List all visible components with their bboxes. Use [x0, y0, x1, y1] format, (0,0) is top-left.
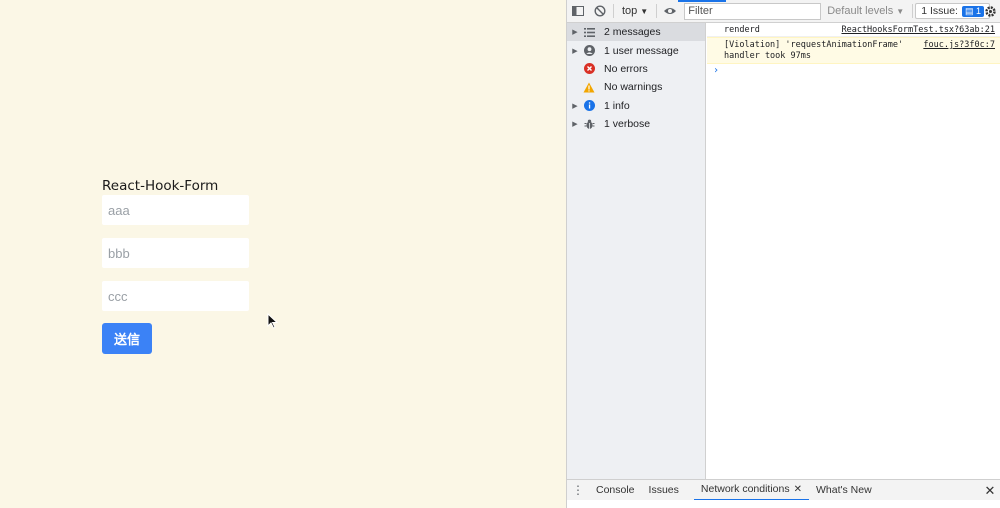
list-icon [583, 26, 595, 38]
user-icon [583, 45, 595, 57]
source-link[interactable]: fouc.js?3f0c:7 [923, 40, 995, 51]
mouse-cursor-icon [267, 313, 279, 329]
sidebar-item-label: 1 verbose [604, 118, 651, 131]
expand-arrow-icon[interactable]: ▶ [567, 120, 583, 128]
clear-console-icon[interactable] [589, 0, 611, 22]
message-text: handler took 97ms [724, 51, 811, 61]
source-link[interactable]: ReactHooksFormTest.tsx?63ab:21 [841, 23, 995, 37]
tab-label: Network conditions [700, 483, 790, 495]
devtools-panel: top ▼ Default levels ▼ 1 Issue: ▤ 1 ▶ [566, 0, 1000, 508]
expand-arrow-icon[interactable]: ▶ [567, 47, 583, 55]
tab-issues[interactable]: Issues [642, 480, 686, 501]
tab-label: Console [596, 484, 635, 496]
close-drawer-icon[interactable]: ✕ [981, 480, 999, 501]
sidebar-item-user-messages[interactable]: ▶ 1 user message [567, 41, 705, 59]
log-levels-dropdown[interactable]: Default levels ▼ [821, 5, 910, 17]
log-levels-label: Default levels [827, 5, 894, 17]
message-icon: ▤ [964, 5, 974, 16]
toolbar-separator [656, 4, 658, 18]
sidebar-item-label: No errors [604, 62, 648, 75]
input-bbb[interactable] [102, 238, 249, 268]
close-tab-icon[interactable]: ✕ [794, 484, 802, 495]
info-icon [583, 100, 595, 112]
chevron-down-icon: ▼ [896, 6, 905, 16]
submit-button[interactable]: 送信 [102, 323, 152, 354]
warning-icon [583, 81, 595, 93]
sidebar-item-label: 1 info [604, 99, 630, 112]
tab-network-conditions[interactable]: Network conditions ✕ [693, 480, 809, 501]
sidebar-toggle-icon[interactable] [567, 0, 589, 22]
console-prompt[interactable]: › [707, 64, 1000, 78]
form-title: React-Hook-Form [102, 178, 219, 194]
console-messages: renderd ReactHooksFormTest.tsx?63ab:21 [… [707, 23, 1000, 479]
error-icon [583, 63, 595, 75]
more-menu-icon[interactable]: ⋮ [567, 483, 589, 497]
sidebar-item-label: 2 messages [604, 26, 661, 39]
sidebar-item-label: 1 user message [604, 44, 679, 57]
chevron-down-icon: ▼ [640, 6, 649, 16]
sidebar-item-warnings[interactable]: No warnings [567, 78, 705, 96]
eye-icon[interactable] [659, 0, 681, 22]
tab-label: Issues [648, 484, 679, 496]
console-message: renderd ReactHooksFormTest.tsx?63ab:21 [707, 23, 1000, 37]
context-label: top [622, 5, 638, 17]
page-preview: React-Hook-Form 送信 [0, 0, 566, 508]
tab-label: What's New [816, 484, 872, 496]
toolbar-separator [912, 4, 914, 18]
settings-gear-icon[interactable] [979, 0, 1000, 22]
bug-icon [583, 118, 595, 130]
input-aaa[interactable] [102, 195, 249, 225]
console-sidebar: ▶ 2 messages ▶ 1 user message No errors [567, 23, 706, 479]
drawer-content [567, 500, 1000, 508]
sidebar-item-label: No warnings [604, 81, 663, 94]
issues-label: 1 Issue: [921, 5, 958, 17]
context-select[interactable]: top ▼ [616, 5, 654, 17]
filter-input[interactable] [684, 2, 822, 20]
console-violation-message: [Violation] 'requestAnimationFrame' hand… [707, 37, 1000, 64]
drawer-tabbar: ⋮ Console Issues Network conditions ✕ Wh… [567, 479, 1000, 501]
toolbar-separator [613, 4, 614, 18]
input-ccc[interactable] [102, 281, 249, 311]
message-text: renderd [724, 25, 760, 35]
sidebar-item-messages[interactable]: ▶ 2 messages [567, 23, 705, 42]
sidebar-item-info[interactable]: ▶ 1 info [567, 97, 705, 115]
tab-whats-new[interactable]: What's New [809, 480, 879, 501]
expand-arrow-icon[interactable]: ▶ [567, 102, 583, 110]
active-panel-indicator [678, 0, 726, 2]
sidebar-item-errors[interactable]: No errors [567, 60, 705, 78]
console-toolbar: top ▼ Default levels ▼ 1 Issue: ▤ 1 [567, 0, 1000, 23]
sidebar-item-verbose[interactable]: ▶ 1 verbose [567, 115, 705, 133]
expand-arrow-icon[interactable]: ▶ [567, 28, 583, 36]
tab-console[interactable]: Console [589, 480, 642, 501]
